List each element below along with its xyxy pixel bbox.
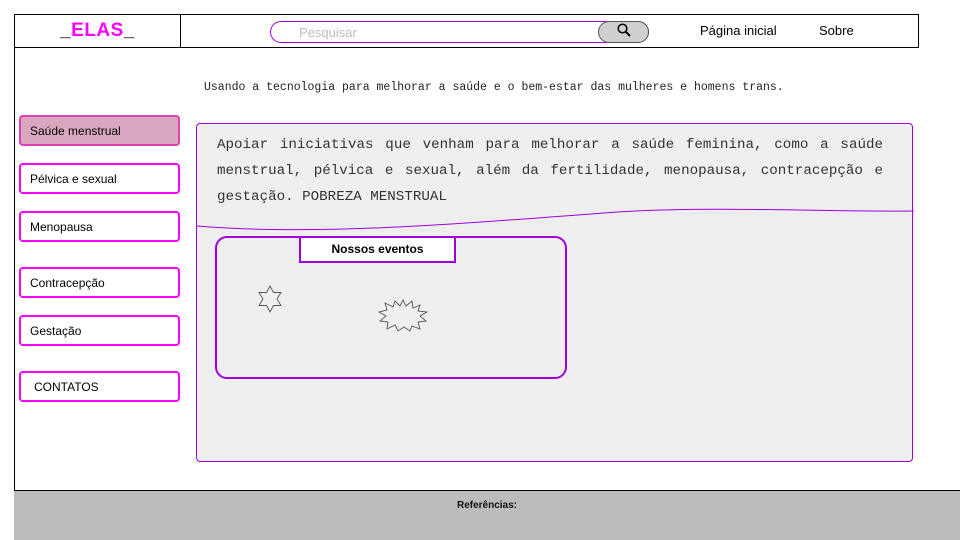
events-panel: Nossos eventos [215,236,567,379]
logo[interactable]: _ELAS_ [15,20,180,42]
search-button[interactable] [598,21,649,43]
footer-references-title: Referências: [456,500,518,511]
sidebar-item-contatos[interactable]: CONTATOS [19,371,180,402]
search-bar [270,21,649,43]
search-input[interactable] [299,24,559,40]
logo-container[interactable]: _ELAS_ [15,15,181,47]
text-panel-divider [197,208,914,231]
sidebar-item-saude-menstrual[interactable]: Saúde menstrual [19,115,180,146]
page-left-border [14,14,15,540]
events-title[interactable]: Nossos eventos [299,236,456,263]
top-header: _ELAS_ Página inicial Sobre [14,14,919,48]
logo-text: ELAS [71,20,124,41]
sidebar-item-pelvica-sexual[interactable]: Pélvica e sexual [19,163,180,194]
burst-star-icon [377,298,429,337]
logo-prefix: _ [60,20,72,41]
footer: Referências: [14,490,960,540]
six-point-star-icon [255,284,285,319]
sidebar-item-gestacao[interactable]: Gestação [19,315,180,346]
sidebar-item-menopausa[interactable]: Menopausa [19,211,180,242]
nav-home-link[interactable]: Página inicial [700,23,777,38]
tagline: Usando a tecnologia para melhorar a saúd… [204,81,784,94]
sidebar-item-contracepcao[interactable]: Contracepção [19,267,180,298]
intro-text: Apoiar iniciativas que venham para melho… [217,137,883,205]
nav-about-link[interactable]: Sobre [819,23,854,38]
search-icon [616,22,632,43]
logo-suffix: _ [123,20,135,41]
main-content: Apoiar iniciativas que venham para melho… [196,123,914,462]
